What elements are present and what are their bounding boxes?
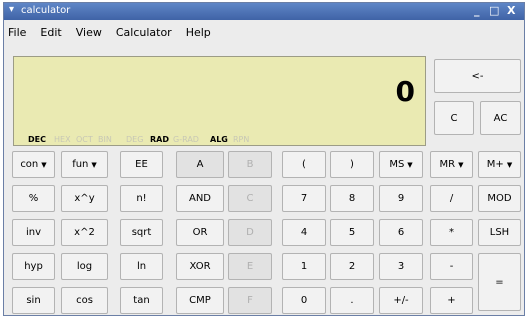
title-bar: ▾ calculator _ □ X [4,3,524,20]
dropdown-arrow-icon: ▼ [407,160,413,169]
maximize-icon[interactable]: □ [489,4,499,17]
window-menu-icon[interactable]: ▾ [9,4,14,15]
hex-a-button[interactable]: A [176,151,224,178]
log-button[interactable]: log [61,253,108,280]
flag-dec: DEC [28,135,46,144]
digit-4-button[interactable]: 4 [282,219,326,246]
power-button[interactable]: x^y [61,185,108,212]
ln-button[interactable]: ln [120,253,163,280]
close-paren-button[interactable]: ) [330,151,374,178]
display-value: 0 [395,75,415,108]
digit-1-button[interactable]: 1 [282,253,326,280]
menu-calculator[interactable]: Calculator [116,26,172,39]
equals-button[interactable]: = [478,253,521,311]
digit-3-button[interactable]: 3 [379,253,423,280]
divide-button[interactable]: / [430,185,473,212]
menu-edit[interactable]: Edit [40,26,61,39]
subtract-button[interactable]: - [430,253,473,280]
square-button[interactable]: x^2 [61,219,108,246]
flag-grad: G-RAD [173,135,199,144]
hex-d-button[interactable]: D [228,219,272,246]
minimize-icon[interactable]: _ [474,4,480,17]
flag-oct: OCT [76,135,93,144]
memory-recall-button[interactable]: MR ▼ [430,151,473,178]
modulo-button[interactable]: MOD [478,185,521,212]
dropdown-arrow-icon: ▼ [506,160,513,169]
constants-button[interactable]: con ▼ [12,151,55,178]
flag-deg: DEG [126,135,144,144]
factorial-button[interactable]: n! [120,185,163,212]
hex-c-button[interactable]: C [228,185,272,212]
digit-2-button[interactable]: 2 [330,253,374,280]
memory-plus-button[interactable]: M+ ▼ [478,151,521,178]
tan-button[interactable]: tan [120,287,163,314]
menu-help[interactable]: Help [186,26,211,39]
hex-f-button[interactable]: F [228,287,272,314]
flag-hex: HEX [54,135,71,144]
left-shift-button[interactable]: LSH [478,219,521,246]
digit-6-button[interactable]: 6 [379,219,423,246]
close-icon[interactable]: X [507,4,515,17]
percent-button[interactable]: % [12,185,55,212]
digit-0-button[interactable]: 0 [282,287,326,314]
digit-7-button[interactable]: 7 [282,185,326,212]
cos-button[interactable]: cos [61,287,108,314]
memory-plus-label: M+ [486,159,504,170]
dropdown-arrow-icon: ▼ [41,160,47,169]
menu-view[interactable]: View [76,26,102,39]
functions-button[interactable]: fun ▼ [61,151,108,178]
hex-e-button[interactable]: E [228,253,272,280]
functions-label: fun [72,159,89,170]
hyperbolic-button[interactable]: hyp [12,253,55,280]
multiply-button[interactable]: * [430,219,473,246]
change-sign-button[interactable]: +/- [379,287,423,314]
flag-alg: ALG [210,135,228,144]
clear-button[interactable]: C [434,101,474,135]
dropdown-arrow-icon: ▼ [91,160,97,169]
memory-recall-label: MR [439,159,456,170]
digit-8-button[interactable]: 8 [330,185,374,212]
all-clear-button[interactable]: AC [480,101,521,135]
display-panel: 0 DEC HEX OCT BIN DEG RAD G-RAD ALG RPN [13,56,426,146]
open-paren-button[interactable]: ( [282,151,326,178]
flag-bin: BIN [98,135,112,144]
digit-9-button[interactable]: 9 [379,185,423,212]
sin-button[interactable]: sin [12,287,55,314]
add-button[interactable]: + [430,287,473,314]
or-button[interactable]: OR [176,219,224,246]
hex-b-button[interactable]: B [228,151,272,178]
dropdown-arrow-icon: ▼ [458,160,464,169]
constants-label: con [20,159,39,170]
menu-file[interactable]: File [8,26,26,39]
digit-5-button[interactable]: 5 [330,219,374,246]
memory-store-label: MS [389,159,405,170]
sqrt-button[interactable]: sqrt [120,219,163,246]
xor-button[interactable]: XOR [176,253,224,280]
backspace-button[interactable]: <- [434,59,521,93]
complement-button[interactable]: CMP [176,287,224,314]
menu-bar: File Edit View Calculator Help [4,21,524,43]
window-title: calculator [21,5,71,16]
calculator-window: ▾ calculator _ □ X File Edit View Calcul… [3,2,525,316]
flag-rpn: RPN [233,135,250,144]
and-button[interactable]: AND [176,185,224,212]
decimal-point-button[interactable]: . [330,287,374,314]
ee-button[interactable]: EE [120,151,163,178]
flag-rad: RAD [150,135,169,144]
memory-store-button[interactable]: MS ▼ [379,151,423,178]
inverse-button[interactable]: inv [12,219,55,246]
